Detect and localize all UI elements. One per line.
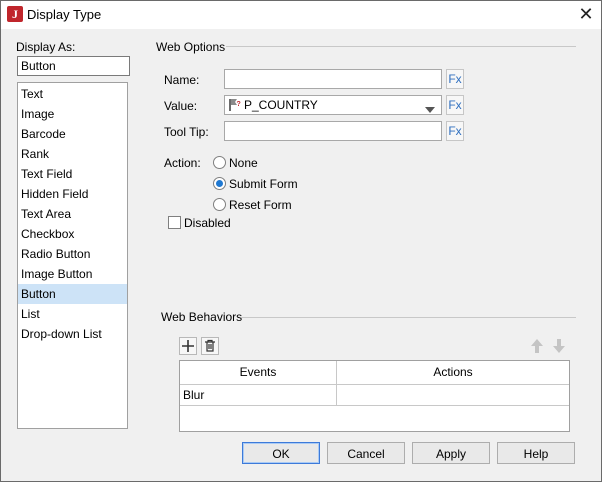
delete-icon[interactable]: [201, 337, 219, 355]
apply-button[interactable]: Apply: [412, 442, 490, 464]
tooltip-input[interactable]: [224, 121, 442, 141]
dialog-window: J Display Type ✕ Display As: Button Text…: [0, 0, 602, 482]
cancel-button[interactable]: Cancel: [327, 442, 405, 464]
radio-submit-form[interactable]: [213, 177, 226, 190]
radio-submit-form-label: Submit Form: [229, 177, 298, 191]
radio-none-label: None: [229, 156, 258, 170]
radio-none[interactable]: [213, 156, 226, 169]
chevron-down-icon: [425, 102, 435, 116]
close-icon[interactable]: ✕: [573, 3, 599, 25]
list-item[interactable]: Hidden Field: [18, 184, 127, 204]
list-item[interactable]: Text Field: [18, 164, 127, 184]
display-type-list[interactable]: Text Image Barcode Rank Text Field Hidden Fie…: [17, 82, 128, 429]
move-down-icon[interactable]: [551, 338, 567, 354]
action-label: Action:: [164, 156, 201, 170]
list-item[interactable]: Rank: [18, 144, 127, 164]
value-formula-button[interactable]: Fx: [446, 95, 464, 115]
table-cell-event[interactable]: Blur: [180, 385, 337, 406]
svg-text:?: ?: [237, 101, 241, 108]
name-input[interactable]: [224, 69, 442, 89]
behaviors-table[interactable]: Events Actions Blur: [179, 360, 570, 432]
value-label: Value:: [164, 99, 198, 113]
radio-reset-form[interactable]: [213, 198, 226, 211]
list-item[interactable]: Radio Button: [18, 244, 127, 264]
help-button[interactable]: Help: [497, 442, 575, 464]
add-icon[interactable]: [179, 337, 197, 355]
display-as-label: Display As:: [16, 40, 76, 54]
window-title: Display Type: [27, 7, 102, 22]
table-cell-action[interactable]: [337, 385, 569, 406]
disabled-checkbox[interactable]: [168, 216, 181, 229]
web-behaviors-divider: [241, 317, 576, 318]
list-item[interactable]: Barcode: [18, 124, 127, 144]
column-header-actions[interactable]: Actions: [337, 361, 569, 385]
value-text: P_COUNTRY: [244, 98, 318, 112]
title-bar: J Display Type ✕: [1, 1, 601, 29]
list-item[interactable]: Button: [18, 284, 127, 304]
value-dropdown[interactable]: ? P_COUNTRY: [224, 95, 442, 115]
display-as-field[interactable]: Button: [17, 56, 130, 76]
list-item[interactable]: Image Button: [18, 264, 127, 284]
web-behaviors-title: Web Behaviors: [161, 310, 243, 324]
parameter-icon: ?: [228, 98, 242, 112]
list-item[interactable]: Text Area: [18, 204, 127, 224]
list-item[interactable]: Text: [18, 84, 127, 104]
name-formula-button[interactable]: Fx: [446, 69, 464, 89]
radio-reset-form-label: Reset Form: [229, 198, 292, 212]
list-item[interactable]: List: [18, 304, 127, 324]
ok-button[interactable]: OK: [242, 442, 320, 464]
web-options-divider: [226, 46, 576, 47]
list-item[interactable]: Drop-down List: [18, 324, 127, 344]
tooltip-formula-button[interactable]: Fx: [446, 121, 464, 141]
disabled-label: Disabled: [184, 216, 231, 230]
name-label: Name:: [164, 73, 200, 87]
web-options-title: Web Options: [156, 40, 226, 54]
column-header-events[interactable]: Events: [180, 361, 337, 385]
jreport-logo-icon: J: [7, 6, 23, 22]
tooltip-label: Tool Tip:: [164, 125, 209, 139]
list-item[interactable]: Image: [18, 104, 127, 124]
move-up-icon[interactable]: [529, 338, 545, 354]
list-item[interactable]: Checkbox: [18, 224, 127, 244]
